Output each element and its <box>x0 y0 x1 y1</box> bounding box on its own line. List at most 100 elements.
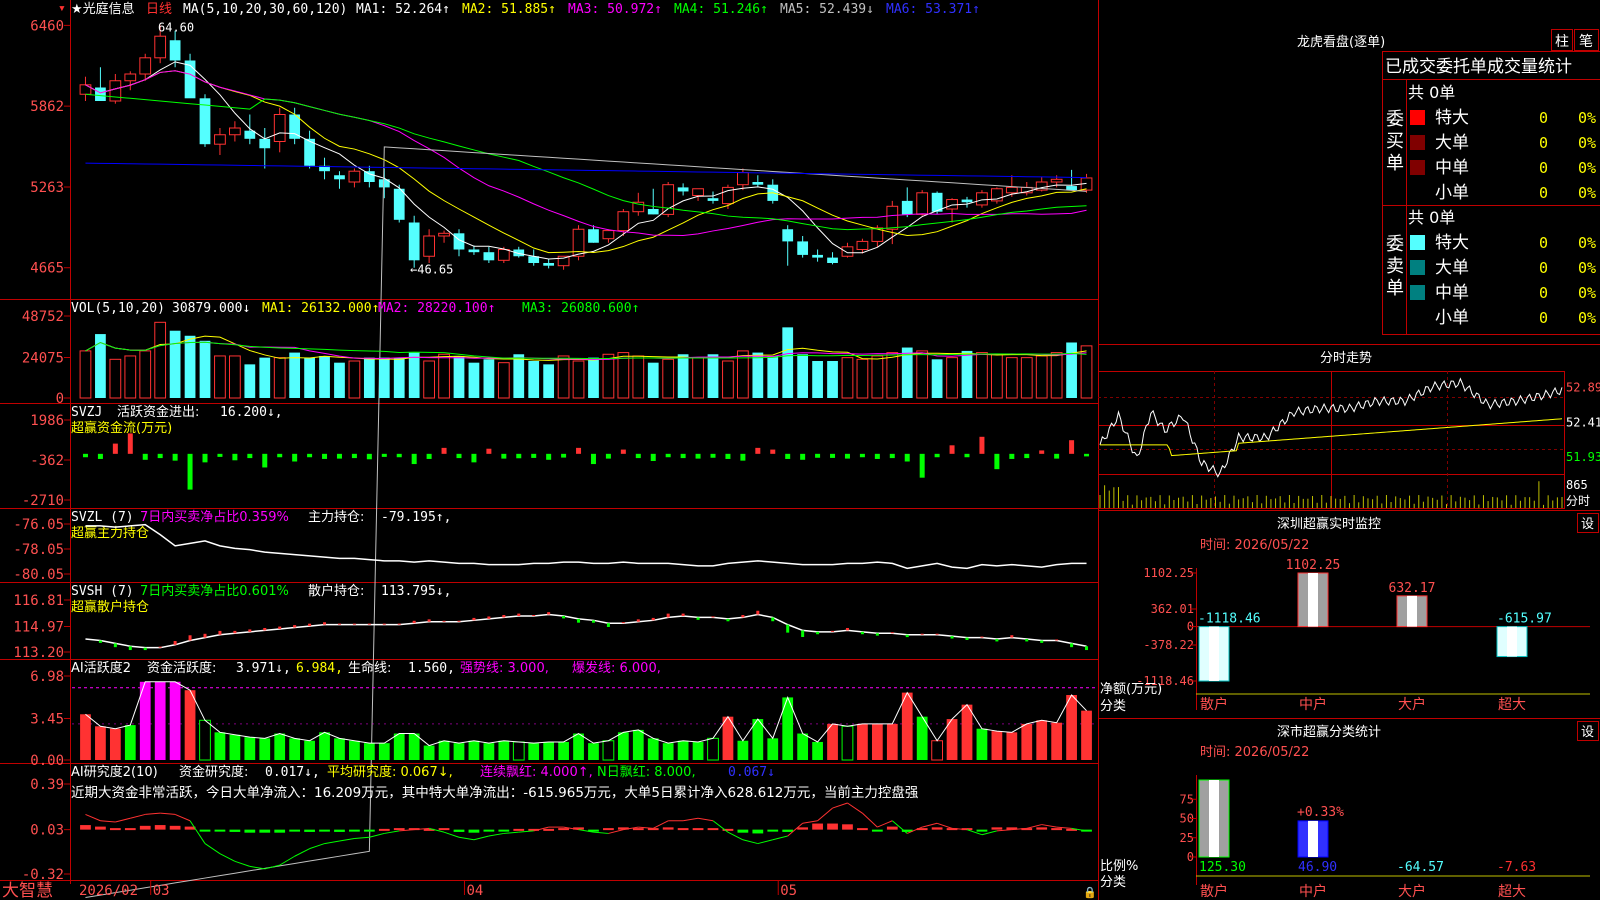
volume-bar <box>109 358 122 399</box>
svzj-bar <box>1069 440 1075 454</box>
svzj-bar <box>217 453 223 457</box>
svsh-tick <box>1055 639 1059 641</box>
volume-bar <box>692 357 704 399</box>
ai-research-bar <box>871 829 883 832</box>
ai-active-bar <box>1066 695 1077 760</box>
volume-bar <box>543 364 555 398</box>
volume-bar <box>79 350 92 399</box>
ai-research-bar <box>707 828 719 831</box>
ma1-value: MA1: 52.264↑ <box>356 2 450 17</box>
svzl-ytick: -76.05 <box>13 517 64 533</box>
ai-research-bar <box>513 828 525 831</box>
volume-bar <box>722 360 734 399</box>
ai-active-bar <box>199 719 211 761</box>
vol-ma1: MA1: 26132.000↑ <box>262 301 379 316</box>
ai-research-avg: 平均研究度: 0.067↓, <box>327 764 453 780</box>
ai-research-bar <box>857 828 868 831</box>
volume-bar <box>139 350 152 399</box>
svsh-tick <box>352 623 356 625</box>
svzj-label: 活跃资金进出: <box>117 404 199 420</box>
svsh-tick <box>532 614 536 616</box>
volume-header: VOL(5,10,20) 30879.000↓ MA1: 26132.000↑ … <box>71 301 639 316</box>
volume-bar <box>797 354 809 398</box>
ai-research-nday: N日飘红: 8.000, <box>597 764 696 780</box>
period-label[interactable]: 日线 <box>146 2 172 17</box>
date-tick: 2026/02 <box>79 883 138 899</box>
svsh-tick <box>577 618 581 623</box>
kline-ytick: 5862 <box>30 99 64 115</box>
classify-bar-highlight <box>1308 820 1318 857</box>
lock-icon[interactable]: 🔒 <box>1083 886 1097 899</box>
lhb-sell-char: 卖 <box>1386 256 1404 277</box>
svsh-tick <box>293 625 297 628</box>
ai-active-bar <box>438 740 450 760</box>
svsh-tick <box>427 619 431 622</box>
ai-research-bar <box>109 828 121 831</box>
ai-research-bar <box>80 825 91 830</box>
ai-research-bar <box>214 829 226 832</box>
svzj-bar <box>785 453 791 459</box>
stock-name[interactable]: ★光庭信息 <box>71 1 135 17</box>
monitor-settings-button[interactable]: 设 <box>1577 513 1599 533</box>
volume-bar <box>319 355 330 398</box>
candle <box>916 190 929 216</box>
ai-active-life-val: 1.560, <box>408 661 455 676</box>
volume-bar <box>752 352 764 398</box>
svsh-tick <box>935 633 939 635</box>
kline-ytick: 5263 <box>30 180 64 196</box>
svzj-bar <box>904 453 910 462</box>
lhb-buy-label: 委买单 <box>1386 109 1404 174</box>
svzj-bar <box>770 449 776 454</box>
lhb-tick-button[interactable]: 笔 <box>1574 29 1599 51</box>
ai-active-bar <box>408 733 420 760</box>
svzj-bar <box>232 453 238 461</box>
monitor-cat: 中户 <box>1299 696 1327 713</box>
svzj-bar <box>979 436 985 454</box>
ai-active-bar <box>319 732 330 760</box>
svzj-bar <box>830 453 836 458</box>
monitor-time: 时间: 2026/05/22 <box>1200 538 1309 553</box>
ai-active-bar <box>1081 710 1092 760</box>
volume-bar <box>961 350 973 398</box>
ai-active-bar <box>304 740 315 760</box>
ai-active-bar <box>528 743 540 760</box>
swatch <box>1410 235 1425 250</box>
ai-research-bar <box>453 829 465 832</box>
ai-research-bar <box>767 829 779 832</box>
lhb-sell-row-pct: 0% <box>1578 259 1596 277</box>
ai-research-bar <box>782 829 794 832</box>
lhb-buy-row-pct: 0% <box>1578 109 1596 127</box>
lhb-bar-button[interactable]: 柱 <box>1551 29 1573 51</box>
ai-active-header: AI活跃度2 资金活跃度: 3.971↓, 6.984, 生命线: 1.560,… <box>71 660 661 676</box>
classify-settings-button[interactable]: 设 <box>1577 721 1599 741</box>
ma6-value: MA6: 53.371↑ <box>886 2 980 17</box>
volume-bar <box>273 357 286 399</box>
volume-bar <box>588 357 599 398</box>
monitor-bar-highlight <box>1308 573 1318 627</box>
ai-research-bar <box>842 824 853 830</box>
ai-active-bar <box>602 740 615 761</box>
ai-active-bar <box>80 714 91 760</box>
lhb-buy-row-val: 0 <box>1539 159 1548 177</box>
ai-research-bar <box>632 828 644 831</box>
ai-active-strong: 强势线: 3.000, <box>460 660 549 676</box>
svzj-bar <box>441 447 447 454</box>
svzj-ytick: 1986 <box>30 413 64 429</box>
svsh-tick <box>382 623 386 625</box>
monitor-cat: 超大 <box>1498 697 1526 713</box>
monitor-ytick: 362.01 <box>1151 602 1194 616</box>
ai-active-bar <box>468 740 480 760</box>
ai-active-bar <box>512 741 525 761</box>
lhb-buy-row-val: 0 <box>1539 109 1548 127</box>
svsh-tick <box>457 620 461 622</box>
svsh-label: 散户持仓: <box>308 583 364 599</box>
classify-cat: 散户 <box>1200 883 1228 900</box>
ai-active-bar <box>931 740 943 761</box>
svsh-tick <box>920 633 924 635</box>
svzj-bar <box>1084 453 1090 457</box>
lhb-sell-row-name: 小单 <box>1435 308 1469 328</box>
svsh-tick <box>980 636 984 638</box>
lhb-sell-row-pct: 0% <box>1578 234 1596 252</box>
ai-research-bar <box>498 829 510 832</box>
svsh-tick <box>562 615 566 619</box>
